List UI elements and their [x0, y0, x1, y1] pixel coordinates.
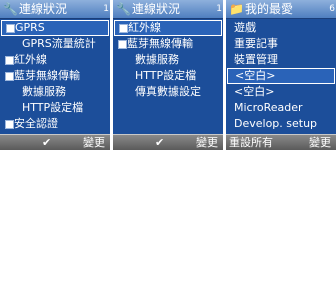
screen-title: 連線狀況: [132, 2, 181, 16]
check-softkey-icon[interactable]: ✔: [155, 135, 164, 150]
list-item-label: HTTP設定檔: [22, 101, 84, 114]
list-item-microreader[interactable]: MicroReader: [226, 100, 336, 116]
list-item-label: Develop. setup: [234, 117, 318, 130]
list-item-device-management[interactable]: 裝置管理: [226, 52, 336, 68]
list-item-label: GPRS: [15, 21, 45, 34]
softkey-bar: ✔ 變更: [113, 134, 223, 150]
list-item-label: 紅外線: [128, 21, 161, 34]
list-item-infrared[interactable]: 紅外線: [0, 52, 110, 68]
checkbox-icon[interactable]: [6, 24, 15, 33]
checkbox-icon[interactable]: [5, 72, 14, 81]
wrench-icon: 🔧: [116, 2, 131, 16]
list-item-develop-setup[interactable]: Develop. setup: [226, 116, 336, 132]
list-item-empty-slot[interactable]: <空白>: [227, 68, 335, 84]
list-item-label: <空白>: [235, 69, 276, 82]
favorites-list: 遊戲 重要記事 裝置管理 <空白> <空白> MicroReader Devel…: [226, 20, 336, 132]
list-item-data-service[interactable]: 數據服務: [0, 84, 110, 100]
checkbox-icon[interactable]: [5, 120, 14, 129]
list-item-label: 遊戲: [234, 21, 256, 34]
list-item-security-cert[interactable]: 安全認證: [0, 116, 110, 132]
check-softkey-icon[interactable]: ✔: [42, 135, 51, 150]
screen-connection-status-1: 🔧 連線狀況 1 GPRS GPRS流量統計 紅外線 藍芽無線傳輸 數據服務 H…: [0, 0, 110, 150]
screen-title: 我的最愛: [245, 2, 294, 16]
list-item-infrared[interactable]: 紅外線: [114, 20, 222, 36]
screen-connection-status-2: 🔧 連線狀況 1 紅外線 藍芽無線傳輸 數據服務 HTTP設定檔 傳真數據設定 …: [113, 0, 223, 150]
list-item-label: MicroReader: [234, 101, 303, 114]
title-bar: 🔧 連線狀況 1: [113, 0, 223, 19]
list-item-empty-slot[interactable]: <空白>: [226, 84, 336, 100]
list-item-http-profile[interactable]: HTTP設定檔: [113, 68, 223, 84]
checkbox-icon[interactable]: [5, 56, 14, 65]
list-item-label: 重要記事: [234, 37, 278, 50]
page-number: 1: [216, 4, 222, 14]
list-item-label: 數據服務: [22, 85, 66, 98]
page-number: 1: [103, 4, 109, 14]
settings-list: GPRS GPRS流量統計 紅外線 藍芽無線傳輸 數據服務 HTTP設定檔 安全…: [0, 20, 110, 132]
page-number: 6: [329, 4, 335, 14]
list-item-label: 傳真數據設定: [135, 85, 201, 98]
title-bar: 📁 我的最愛 6: [226, 0, 336, 19]
change-softkey[interactable]: 變更: [83, 135, 105, 150]
list-item-label: 安全認證: [14, 117, 58, 130]
screen-favorites: 📁 我的最愛 6 遊戲 重要記事 裝置管理 <空白> <空白> MicroRea…: [226, 0, 336, 150]
softkey-bar: 重設所有 變更: [226, 134, 336, 150]
change-softkey[interactable]: 變更: [309, 135, 331, 150]
list-item-label: GPRS流量統計: [22, 37, 96, 50]
list-item-games[interactable]: 遊戲: [226, 20, 336, 36]
list-item-label: 藍芽無線傳輸: [14, 69, 80, 82]
list-item-http-profile[interactable]: HTTP設定檔: [0, 100, 110, 116]
reset-all-softkey[interactable]: 重設所有: [229, 135, 273, 150]
change-softkey[interactable]: 變更: [196, 135, 218, 150]
screen-title: 連線狀況: [19, 2, 68, 16]
list-item-label: 藍芽無線傳輸: [127, 37, 193, 50]
list-item-bluetooth[interactable]: 藍芽無線傳輸: [113, 36, 223, 52]
list-item-fax-data-settings[interactable]: 傳真數據設定: [113, 84, 223, 100]
list-item-label: 紅外線: [14, 53, 47, 66]
wrench-icon: 🔧: [3, 2, 18, 16]
list-item-data-service[interactable]: 數據服務: [113, 52, 223, 68]
list-item-important-notes[interactable]: 重要記事: [226, 36, 336, 52]
settings-list: 紅外線 藍芽無線傳輸 數據服務 HTTP設定檔 傳真數據設定: [113, 20, 223, 100]
folder-icon: 📁: [229, 2, 244, 16]
checkbox-icon[interactable]: [119, 24, 128, 33]
list-item-label: HTTP設定檔: [135, 69, 197, 82]
list-item-gprs[interactable]: GPRS: [1, 20, 109, 36]
checkbox-icon[interactable]: [118, 40, 127, 49]
list-item-label: 裝置管理: [234, 53, 278, 66]
list-item-label: <空白>: [234, 85, 275, 98]
list-item-gprs-traffic[interactable]: GPRS流量統計: [0, 36, 110, 52]
title-bar: 🔧 連線狀況 1: [0, 0, 110, 19]
softkey-bar: ✔ 變更: [0, 134, 110, 150]
list-item-bluetooth[interactable]: 藍芽無線傳輸: [0, 68, 110, 84]
list-item-label: 數據服務: [135, 53, 179, 66]
